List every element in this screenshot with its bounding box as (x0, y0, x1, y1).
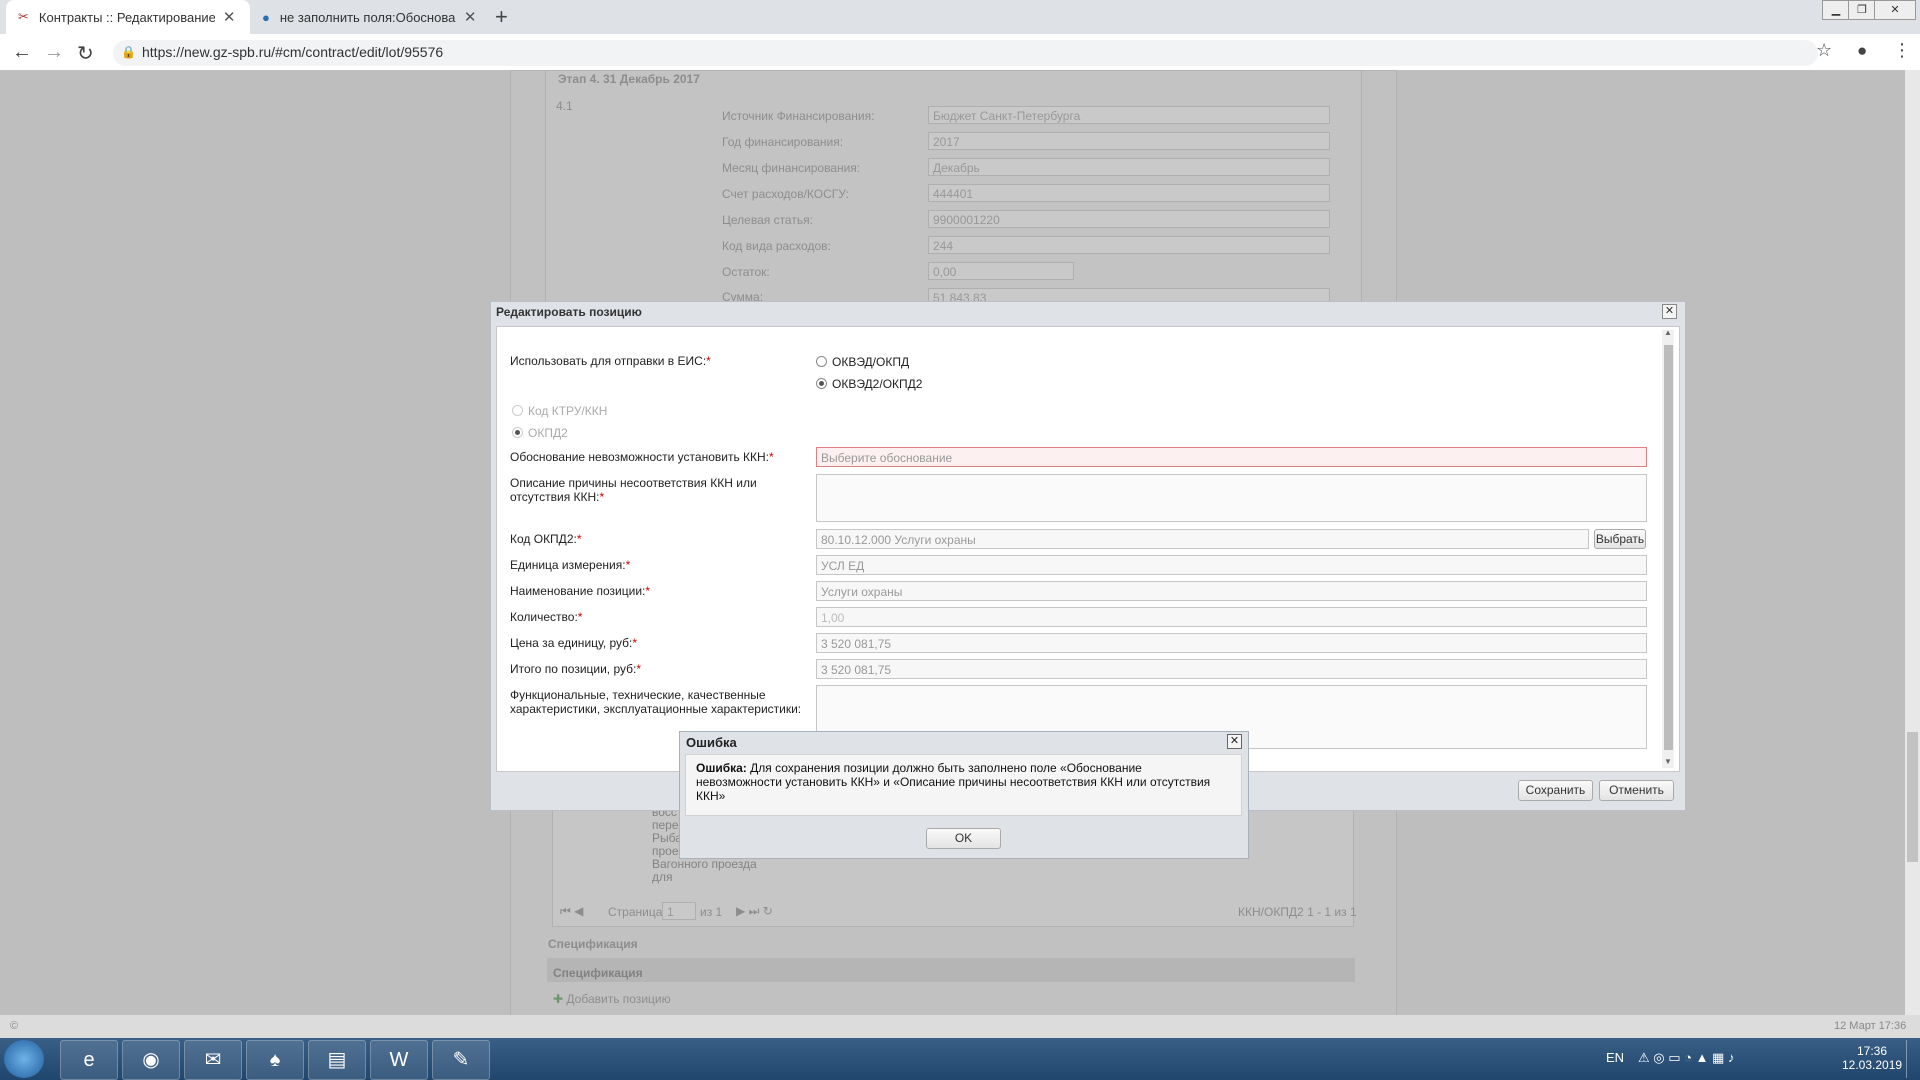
save-button[interactable]: Сохранить (1518, 780, 1593, 801)
total-field[interactable]: 3 520 081,75 (816, 659, 1647, 679)
reload-icon[interactable]: ↻ (77, 41, 94, 66)
error-prefix: Ошибка: (696, 761, 747, 775)
radio-okved2-label: ОКВЭД2/ОКПД2 (832, 377, 923, 391)
close-tab-icon[interactable]: ✕ (464, 8, 477, 26)
url-text[interactable]: https://new.gz-spb.ru/#cm/contract/edit/… (142, 44, 443, 60)
back-icon[interactable]: ← (12, 41, 32, 64)
reason-textarea[interactable] (816, 474, 1647, 522)
status-left: © (10, 1020, 19, 1032)
ok-button[interactable]: OK (926, 828, 1001, 849)
tab-title: не заполнить поля:Обосновани (279, 9, 456, 25)
error-dialog-title: Ошибка (686, 735, 737, 750)
lock-icon: 🔒 (121, 45, 136, 59)
start-orb-icon[interactable] (4, 1040, 44, 1078)
status-datetime: 12 Март 17:36 (1834, 1020, 1907, 1032)
error-text: Для сохранения позиции должно быть запол… (696, 761, 1211, 803)
unit-field[interactable]: УСЛ ЕД (816, 555, 1647, 575)
page-scrollbar[interactable] (1905, 70, 1920, 1015)
new-tab-button[interactable]: + (495, 4, 508, 30)
error-message: Ошибка: Для сохранения позиции должно бы… (685, 754, 1242, 816)
characteristics-label: Функциональные, технические, качественны… (510, 688, 802, 716)
restore-icon[interactable]: ❐ (1848, 0, 1876, 20)
close-tab-icon[interactable]: ✕ (223, 8, 236, 26)
star-icon[interactable]: ☆ (1816, 40, 1832, 61)
scroll-down-icon[interactable]: ▼ (1664, 757, 1672, 766)
tab-title: Контракты :: Редактирование к (38, 9, 215, 25)
paint-icon[interactable]: ✎ (432, 1040, 490, 1080)
page-status-bar (0, 1015, 1920, 1038)
account-icon[interactable]: ● (1857, 41, 1867, 61)
menu-icon[interactable]: ⋮ (1893, 40, 1911, 61)
radio-okved[interactable] (816, 356, 827, 367)
radio-ktru-label: Код КТРУ/ККН (528, 404, 608, 418)
language-indicator[interactable]: EN (1606, 1050, 1624, 1065)
radio-okpd2[interactable] (512, 427, 523, 438)
forward-icon[interactable]: → (44, 41, 64, 64)
outlook-icon[interactable]: ✉ (184, 1040, 242, 1080)
clock-date: 12.03.2019 (1842, 1058, 1903, 1072)
cancel-button[interactable]: Отменить (1599, 780, 1674, 801)
scroll-up-icon[interactable]: ▲ (1664, 328, 1672, 337)
justification-select[interactable]: Выберите обоснование (816, 447, 1647, 467)
edit-window-title: Редактировать позицию (496, 305, 642, 319)
tools-icon: ✂ (18, 9, 29, 24)
qty-field[interactable]: 1,00 (816, 607, 1647, 627)
unit-label: Единица измерения:* (510, 558, 631, 572)
close-icon[interactable]: ✕ (1662, 304, 1677, 319)
globe-icon: ● (262, 9, 270, 25)
browser-tab[interactable]: ● не заполнить поля:Обосновани ✕ (250, 0, 490, 34)
justification-label: Обоснование невозможности установить ККН… (510, 450, 774, 464)
total-label: Итого по позиции, руб:* (510, 662, 642, 676)
price-label: Цена за единицу, руб:* (510, 636, 638, 650)
browser-tab-active[interactable]: ✂ Контракты :: Редактирование к ✕ (6, 0, 250, 34)
chrome-icon[interactable]: ◉ (122, 1040, 180, 1080)
page-scrollbar-thumb[interactable] (1907, 732, 1918, 862)
show-desktop-button[interactable] (1906, 1040, 1919, 1078)
ie-icon[interactable]: e (60, 1040, 118, 1080)
clock[interactable]: 17:36 12.03.2019 (1842, 1044, 1902, 1072)
tray-icons[interactable]: ⚠ ◎ ▭ ◔ ▲ ▦ ♪ (1638, 1050, 1734, 1066)
minimize-icon[interactable]: ▁ (1822, 0, 1850, 20)
choose-button[interactable]: Выбрать (1594, 529, 1646, 549)
close-window-icon[interactable]: ✕ (1874, 0, 1916, 20)
reason-label: Описание причины несоответствия ККН или … (510, 476, 757, 504)
price-field[interactable]: 3 520 081,75 (816, 633, 1647, 653)
edit-scrollbar-thumb[interactable] (1664, 345, 1673, 750)
use-for-eis-label: Использовать для отправки в ЕИС:* (510, 354, 711, 368)
name-field[interactable]: Услуги охраны (816, 581, 1647, 601)
word-icon[interactable]: W (370, 1040, 428, 1080)
folder-icon[interactable]: ▤ (308, 1040, 366, 1080)
radio-ktru[interactable] (512, 405, 523, 416)
name-label: Наименование позиции:* (510, 584, 651, 598)
acrobat-icon[interactable]: ♠ (246, 1040, 304, 1080)
close-icon[interactable]: ✕ (1227, 734, 1242, 749)
clock-time: 17:36 (1856, 1044, 1888, 1058)
okpd2-field[interactable]: 80.10.12.000 Услуги охраны (816, 529, 1589, 549)
radio-okved-label: ОКВЭД/ОКПД (832, 355, 910, 369)
qty-label: Количество:* (510, 610, 583, 624)
radio-okved2[interactable] (816, 378, 827, 389)
radio-okpd2-label: ОКПД2 (528, 426, 568, 440)
okpd2-label: Код ОКПД2:* (510, 532, 582, 546)
